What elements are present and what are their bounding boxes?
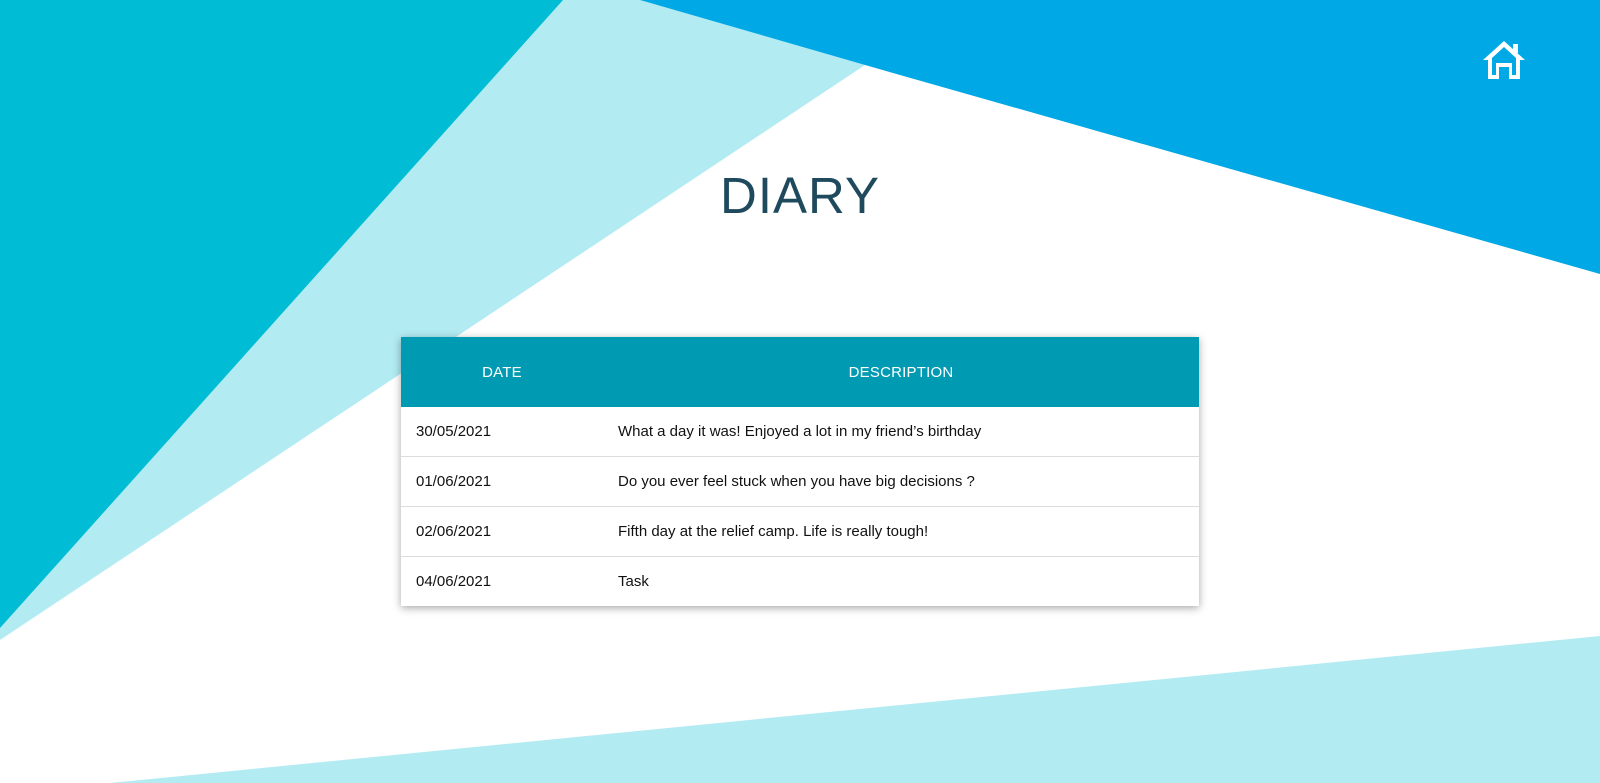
table-row[interactable]: 04/06/2021 Task bbox=[401, 557, 1199, 607]
cell-date: 04/06/2021 bbox=[416, 573, 492, 590]
table-body: 30/05/2021 What a day it was! Enjoyed a … bbox=[401, 407, 1199, 606]
home-icon bbox=[1483, 41, 1525, 79]
cell-date: 01/06/2021 bbox=[401, 456, 603, 507]
diary-table-card: DATE DESCRIPTION 30/05/2021 What a day i… bbox=[401, 337, 1199, 606]
cell-description: Task bbox=[618, 573, 649, 590]
table-header-row: DATE DESCRIPTION bbox=[401, 337, 1199, 407]
cell-description: What a day it was! Enjoyed a lot in my f… bbox=[603, 407, 1199, 457]
cell-description: Fifth day at the relief camp. Life is re… bbox=[603, 506, 1199, 557]
cell-date: 30/05/2021 bbox=[401, 407, 603, 457]
cell-description: Do you ever feel stuck when you have big… bbox=[603, 456, 1199, 507]
background-shape-bottom-band bbox=[110, 636, 1600, 783]
background-shape-blue-wedge bbox=[640, 0, 1600, 274]
table-row[interactable]: 30/05/2021 What a day it was! Enjoyed a … bbox=[401, 407, 1199, 457]
page-title: DIARY bbox=[720, 167, 880, 224]
table-header: DATE DESCRIPTION bbox=[401, 337, 1199, 407]
column-header-date: DATE bbox=[482, 363, 522, 381]
table-row[interactable]: 02/06/2021 Fifth day at the relief camp.… bbox=[401, 506, 1199, 557]
column-header-description: DESCRIPTION bbox=[848, 363, 954, 381]
home-button[interactable] bbox=[1480, 38, 1528, 82]
cell-date: 02/06/2021 bbox=[401, 506, 603, 557]
diary-table: DATE DESCRIPTION 30/05/2021 What a day i… bbox=[401, 337, 1199, 606]
table-row[interactable]: 01/06/2021 Do you ever feel stuck when y… bbox=[401, 456, 1199, 507]
